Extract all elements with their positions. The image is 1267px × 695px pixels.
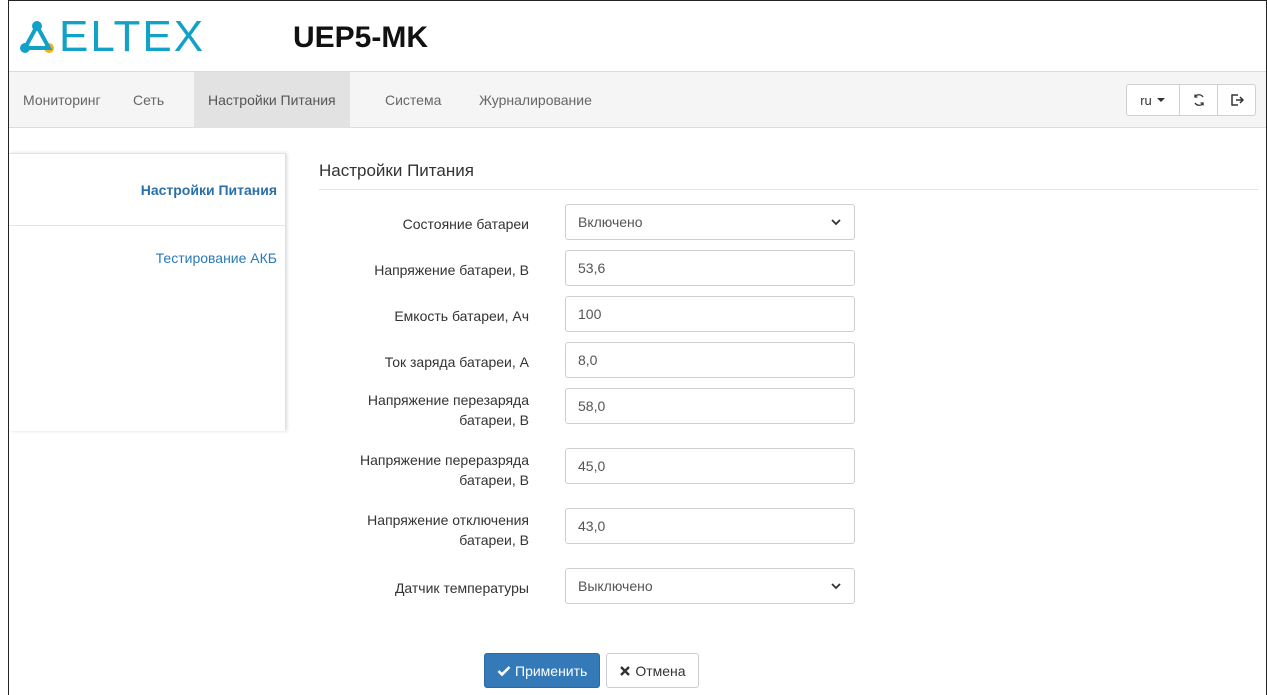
logout-icon xyxy=(1230,94,1244,106)
nav-network[interactable]: Сеть xyxy=(119,72,178,128)
apply-button[interactable]: Применить xyxy=(484,653,601,688)
checkmark-icon xyxy=(497,665,511,676)
form-row: Напряжение перезаряда батареи, В xyxy=(319,388,1259,430)
field-label: Емкость батареи, Ач xyxy=(394,308,529,324)
header: ELTEX UEP5-MK xyxy=(9,1,1266,71)
battery-state-select[interactable]: Включено xyxy=(565,204,855,240)
field-label: Напряжение перезаряда батареи, В xyxy=(367,392,529,428)
app-frame: ELTEX UEP5-MK Мониторинг Сеть Настройки … xyxy=(8,0,1267,695)
form-row: Емкость батареи, Ач xyxy=(319,296,1259,332)
field-label: Напряжение переразряда батареи, В xyxy=(359,452,529,488)
battery-state-value: Включено xyxy=(578,214,643,230)
nav-tools: ru xyxy=(1126,84,1256,116)
eltex-logo-icon xyxy=(20,21,54,53)
power-settings-form: Настройки Питания Состояние батареи Вклю… xyxy=(319,161,1259,614)
sidebar-item-power-settings[interactable]: Настройки Питания xyxy=(9,154,285,226)
nav-monitoring[interactable]: Мониторинг xyxy=(9,72,115,128)
overcharge-voltage-input[interactable] xyxy=(565,388,855,424)
nav-logging[interactable]: Журналирование xyxy=(465,72,606,128)
refresh-icon xyxy=(1193,94,1204,106)
field-label: Напряжение батареи, В xyxy=(374,262,529,278)
device-name: UEP5-MK xyxy=(293,21,429,54)
form-row: Датчик температуры Выключено xyxy=(319,568,1259,604)
refresh-button[interactable] xyxy=(1179,85,1217,115)
chevron-down-icon xyxy=(831,583,841,590)
logo-text: ELTEX xyxy=(59,12,206,61)
close-icon xyxy=(620,665,631,676)
field-label: Ток заряда батареи, А xyxy=(384,354,529,370)
language-value: ru xyxy=(1140,92,1152,108)
caret-down-icon xyxy=(1156,98,1165,102)
temperature-sensor-value: Выключено xyxy=(578,578,653,594)
form-row: Напряжение батареи, В xyxy=(319,250,1259,286)
sidebar-item-battery-testing[interactable]: Тестирование АКБ xyxy=(9,226,285,290)
cutoff-voltage-input[interactable] xyxy=(565,508,855,544)
form-title: Настройки Питания xyxy=(319,161,1259,190)
cancel-button[interactable]: Отмена xyxy=(606,653,699,688)
battery-voltage-input[interactable] xyxy=(565,250,855,286)
form-row: Состояние батареи Включено xyxy=(319,204,1259,240)
charge-current-input[interactable] xyxy=(565,342,855,378)
field-label: Состояние батареи xyxy=(402,216,529,232)
main-navbar: Мониторинг Сеть Настройки Питания Систем… xyxy=(9,71,1266,128)
battery-capacity-input[interactable] xyxy=(565,296,855,332)
field-label: Датчик температуры xyxy=(394,580,529,596)
form-row: Напряжение отключения батареи, В xyxy=(319,508,1259,550)
nav-power-settings[interactable]: Настройки Питания xyxy=(194,72,350,128)
field-label: Напряжение отключения батареи, В xyxy=(367,512,529,548)
form-actions: Применить Отмена xyxy=(484,653,699,688)
sidebar: Настройки Питания Тестирование АКБ xyxy=(9,153,285,431)
logout-button[interactable] xyxy=(1217,85,1255,115)
overdischarge-voltage-input[interactable] xyxy=(565,448,855,484)
language-dropdown[interactable]: ru xyxy=(1127,85,1179,115)
nav-system[interactable]: Система xyxy=(371,72,455,128)
cancel-label: Отмена xyxy=(635,662,686,679)
eltex-logo: ELTEX xyxy=(19,15,205,59)
form-row: Напряжение переразряда батареи, В xyxy=(319,448,1259,490)
form-row: Ток заряда батареи, А xyxy=(319,342,1259,378)
temperature-sensor-select[interactable]: Выключено xyxy=(565,568,855,604)
apply-label: Применить xyxy=(515,662,588,679)
chevron-down-icon xyxy=(831,219,841,226)
